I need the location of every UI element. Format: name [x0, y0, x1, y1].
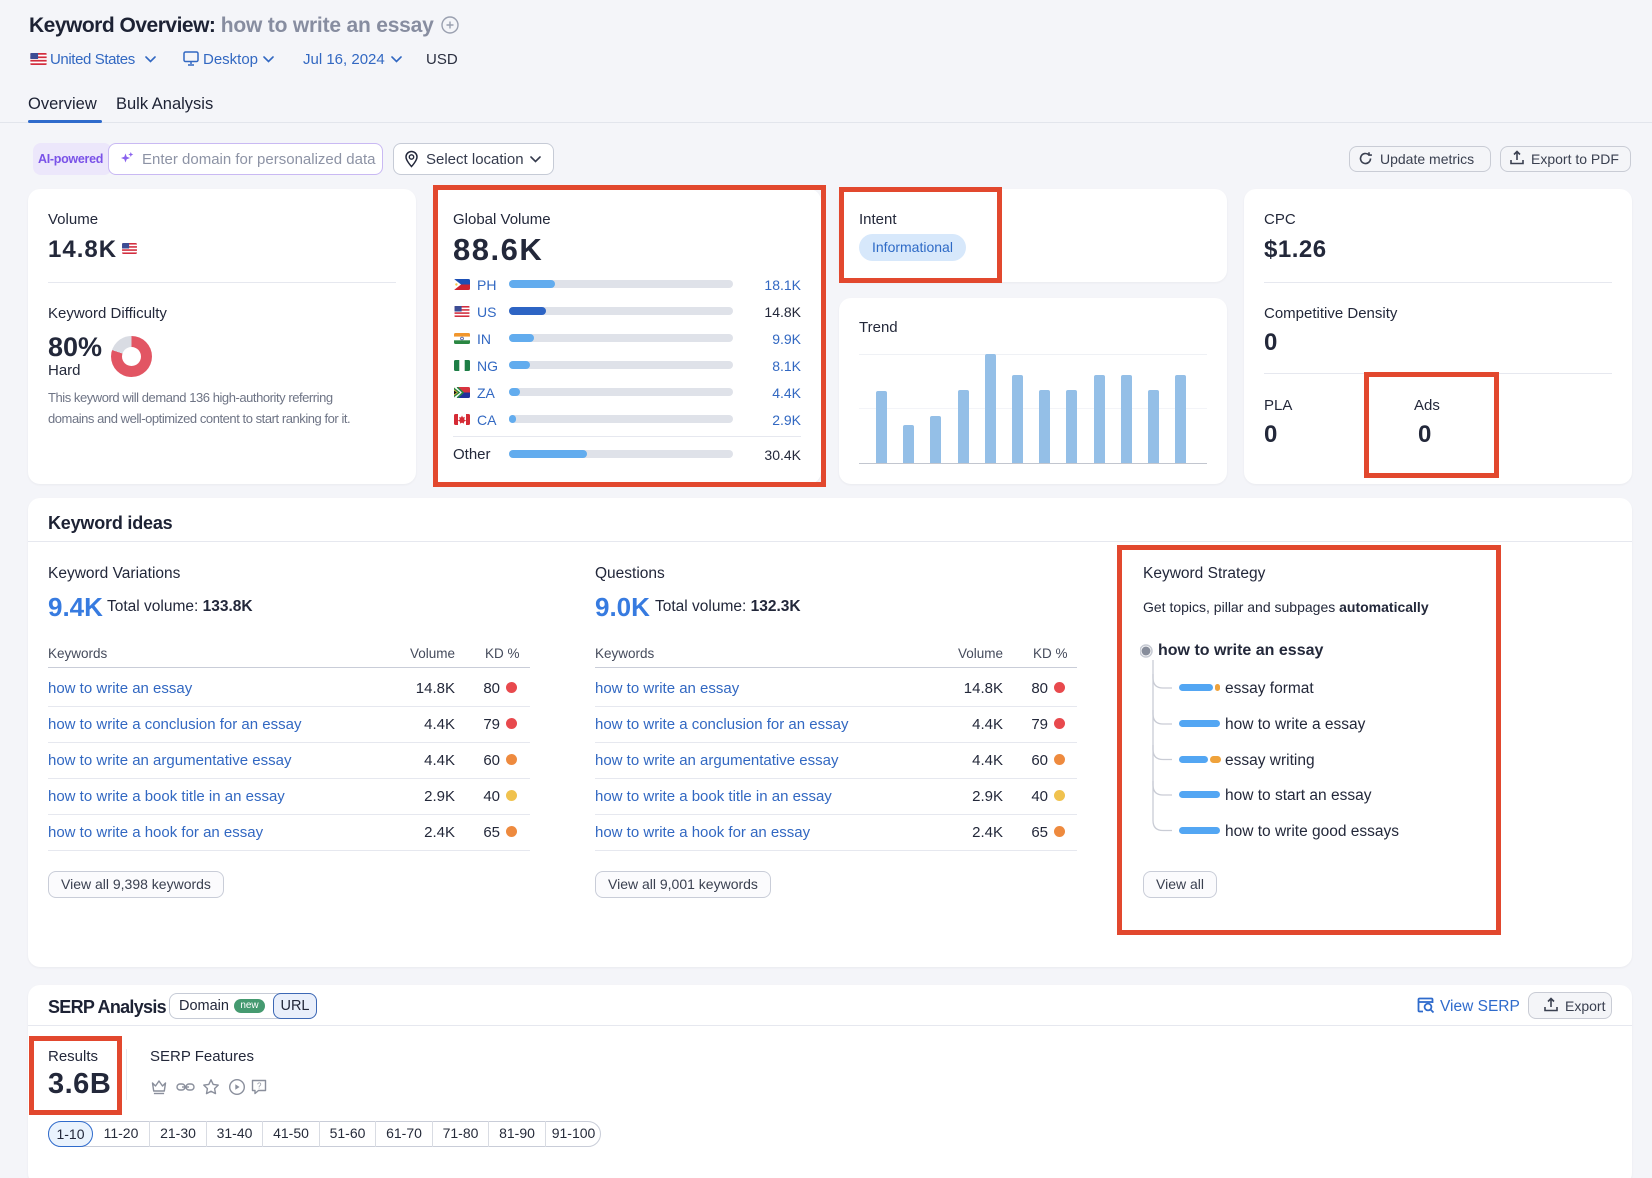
svg-text:?: ?: [257, 1082, 262, 1091]
